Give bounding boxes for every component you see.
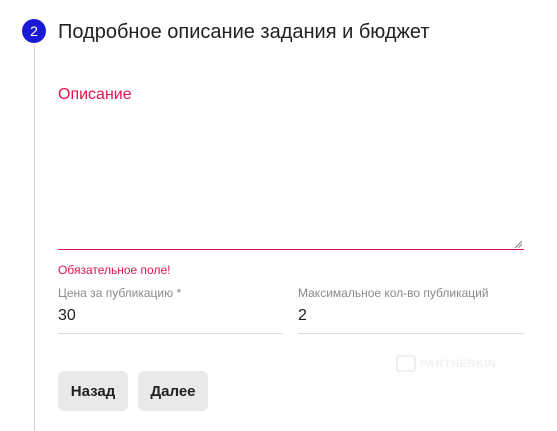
step-title: Подробное описание задания и бюджет bbox=[58, 21, 430, 43]
watermark-text: PARTNERKIN bbox=[420, 357, 497, 370]
task-form-step: 2 Подробное описание задания и бюджет Оп… bbox=[0, 0, 557, 431]
max-publications-label: Максимальное кол-во публикаций bbox=[298, 286, 489, 300]
description-label: Описание bbox=[58, 86, 132, 103]
watermark-logo: PARTNERKIN bbox=[396, 355, 496, 372]
resize-grip-icon[interactable] bbox=[514, 240, 522, 248]
back-button[interactable]: Назад bbox=[58, 371, 128, 411]
max-publications-input[interactable] bbox=[298, 305, 524, 334]
description-error-message: Обязательное поле! bbox=[58, 263, 171, 277]
step-number-badge: 2 bbox=[22, 19, 46, 43]
price-label: Цена за публикацию * bbox=[58, 286, 182, 300]
next-button[interactable]: Далее bbox=[138, 371, 208, 411]
description-field: Описание bbox=[58, 84, 524, 256]
price-input[interactable] bbox=[58, 305, 283, 334]
max-publications-field: Максимальное кол-во публикаций bbox=[298, 285, 524, 334]
price-per-publication-field: Цена за публикацию * bbox=[58, 285, 283, 334]
step-connector-line bbox=[34, 44, 35, 431]
watermark-logo-icon bbox=[396, 355, 416, 372]
description-textarea[interactable] bbox=[58, 110, 524, 250]
